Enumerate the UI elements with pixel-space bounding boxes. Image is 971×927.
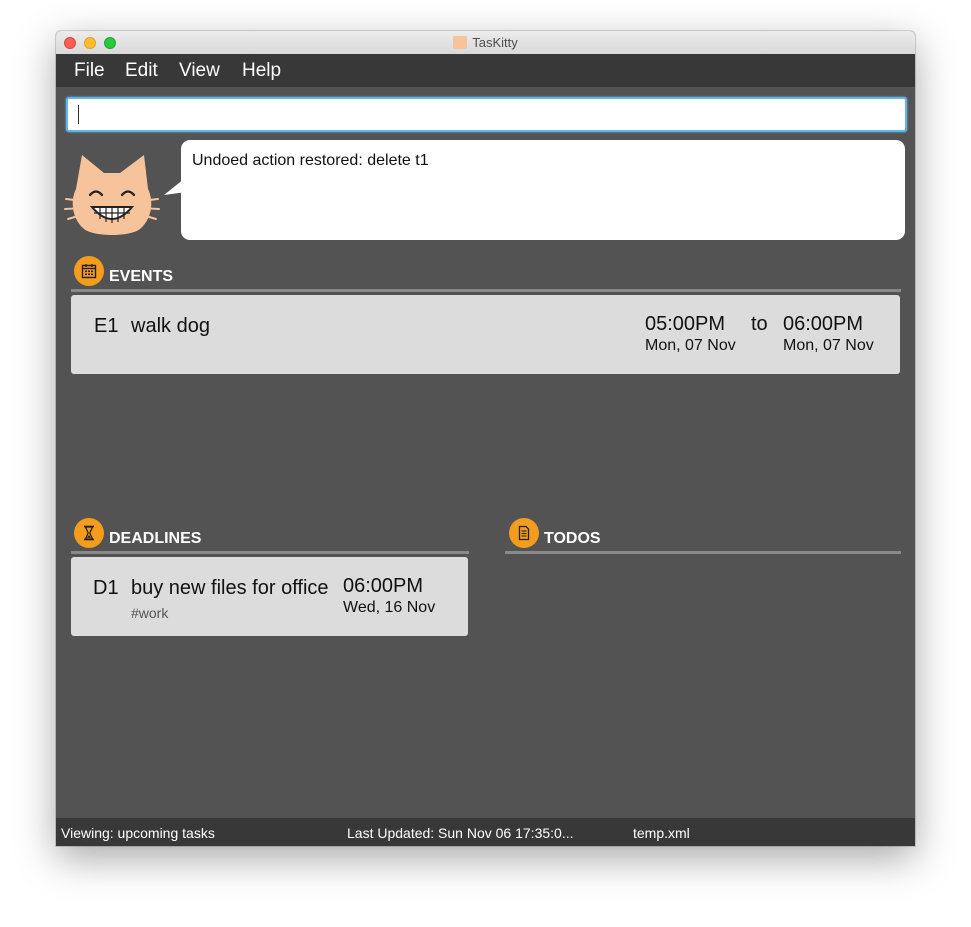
title-bar: TasKitty — [56, 31, 915, 55]
event-id: E1 — [94, 315, 119, 337]
command-input[interactable] — [66, 97, 907, 132]
menu-file[interactable]: File — [74, 60, 105, 82]
window-title: TasKitty — [472, 35, 518, 50]
menu-edit[interactable]: Edit — [125, 60, 158, 82]
window-title-wrap: TasKitty — [56, 35, 915, 50]
event-start-time: 05:00PM — [645, 313, 726, 335]
event-separator: to — [751, 313, 768, 335]
menu-help[interactable]: Help — [242, 60, 281, 82]
deadline-tag: #work — [131, 605, 169, 621]
deadline-time: 06:00PM — [343, 575, 424, 597]
deadlines-title: DEADLINES — [109, 530, 202, 547]
deadline-card[interactable]: D1 buy new files for office #work 06:00P… — [71, 557, 468, 636]
menu-view[interactable]: View — [179, 60, 220, 82]
deadline-name: buy new files for office — [131, 577, 329, 599]
document-icon — [509, 518, 539, 548]
deadline-date: Wed, 16 Nov — [343, 599, 436, 616]
message-text: Undoed action restored: delete t1 — [192, 152, 429, 169]
event-end-time: 06:00PM — [783, 313, 864, 335]
message-bubble: Undoed action restored: delete t1 — [181, 140, 905, 240]
event-start-date: Mon, 07 Nov — [645, 337, 736, 354]
app-window: TasKitty File Edit View Help Undoed acti… — [56, 31, 915, 846]
text-caret — [78, 105, 79, 124]
todos-title: TODOS — [544, 530, 601, 547]
deadline-id: D1 — [93, 577, 119, 599]
events-divider — [71, 289, 901, 292]
status-viewing: Viewing: upcoming tasks — [61, 825, 215, 841]
status-last-updated: Last Updated: Sun Nov 06 17:35:0... — [347, 825, 574, 841]
status-bar: Viewing: upcoming tasks Last Updated: Su… — [56, 818, 915, 846]
todos-divider — [505, 551, 901, 554]
app-icon — [453, 36, 468, 49]
event-end-date: Mon, 07 Nov — [783, 337, 874, 354]
calendar-icon — [74, 256, 104, 286]
status-file: temp.xml — [633, 825, 690, 841]
hourglass-icon — [74, 518, 104, 548]
cat-icon — [64, 155, 160, 235]
deadlines-divider — [71, 551, 469, 554]
events-title: EVENTS — [109, 268, 174, 285]
event-card[interactable]: E1 walk dog 05:00PM Mon, 07 Nov to 06:00… — [71, 295, 900, 374]
event-name: walk dog — [131, 315, 210, 337]
menu-bar: File Edit View Help — [56, 54, 915, 87]
